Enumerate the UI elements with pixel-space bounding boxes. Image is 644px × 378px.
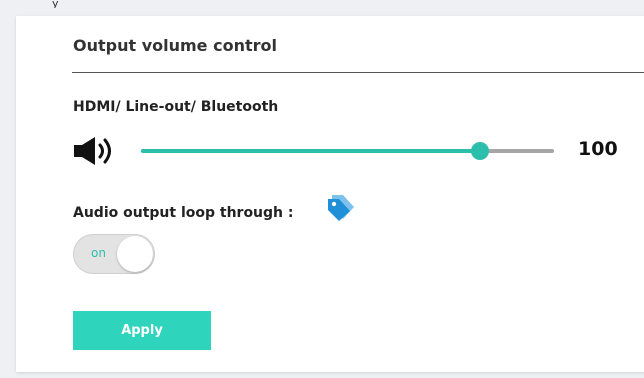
title-divider	[72, 72, 644, 73]
apply-button[interactable]: Apply	[73, 311, 211, 350]
volume-slider[interactable]	[141, 142, 554, 160]
price-tag-icon[interactable]	[326, 194, 356, 222]
card-title: Output volume control	[73, 36, 277, 55]
volume-value: 100	[578, 138, 618, 160]
source-label: HDMI/ Line-out/ Bluetooth	[73, 99, 279, 115]
cropped-heading-text: y	[52, 0, 59, 8]
toggle-state-text: on	[91, 246, 106, 260]
volume-slider-thumb[interactable]	[471, 142, 489, 160]
loop-through-label: Audio output loop through :	[73, 205, 294, 221]
speaker-volume-icon[interactable]	[73, 136, 117, 166]
toggle-knob[interactable]	[117, 236, 153, 272]
volume-slider-fill	[141, 149, 480, 153]
loop-through-toggle[interactable]: on	[73, 234, 155, 274]
output-volume-card: Output volume control HDMI/ Line-out/ Bl…	[16, 16, 644, 372]
